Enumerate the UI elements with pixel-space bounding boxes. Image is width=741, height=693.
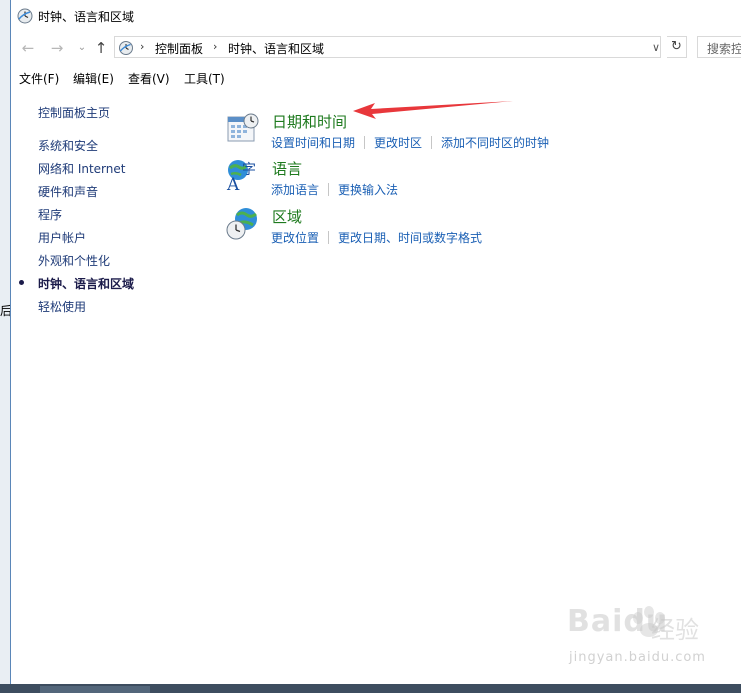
recent-locations-dropdown[interactable]: ⌄: [73, 39, 91, 57]
menu-tools[interactable]: 工具(T): [184, 70, 225, 87]
menu-edit[interactable]: 编辑(E): [73, 70, 114, 87]
control-panel-icon: [119, 41, 133, 55]
svg-text:字: 字: [242, 162, 256, 178]
control-panel-window: 时钟、语言和区域 ← → ⌄ ↑ › 控制面板 › 时钟、语言和区域 ∨ ↻ 搜…: [10, 0, 741, 684]
link-add-clocks[interactable]: 添加不同时区的时钟: [441, 134, 549, 151]
menu-bar: 文件(F) 编辑(E) 查看(V) 工具(T): [11, 66, 741, 88]
link-change-location[interactable]: 更改位置: [271, 229, 319, 246]
sidebar-item-clock-language-region[interactable]: 时钟、语言和区域: [38, 275, 134, 292]
category-title-region[interactable]: 区域: [272, 206, 302, 227]
breadcrumb-clock-language-region[interactable]: 时钟、语言和区域: [228, 40, 324, 57]
menu-view[interactable]: 查看(V): [128, 70, 170, 87]
back-button[interactable]: ←: [19, 39, 37, 57]
sidebar-item-control-panel-home[interactable]: 控制面板主页: [38, 104, 110, 121]
refresh-button[interactable]: ↻: [667, 36, 687, 58]
category-links-region: 更改位置 更改日期、时间或数字格式: [271, 229, 482, 246]
link-add-language[interactable]: 添加语言: [271, 181, 319, 198]
title-bar: 时钟、语言和区域: [11, 0, 741, 32]
link-change-timezone[interactable]: 更改时区: [374, 134, 422, 151]
link-divider: [328, 183, 330, 196]
language-icon: 字 A: [226, 160, 256, 194]
annotation-arrow-icon: [353, 101, 513, 119]
forward-button[interactable]: →: [48, 39, 66, 57]
globe-clock-icon: [226, 208, 257, 240]
desktop-left-text: 后: [0, 304, 10, 318]
category-links-language: 添加语言 更换输入法: [271, 181, 398, 198]
search-input[interactable]: 搜索控: [697, 36, 741, 58]
window-title: 时钟、语言和区域: [38, 10, 135, 24]
category-title-date-time[interactable]: 日期和时间: [272, 111, 347, 132]
sidebar-item-system-security[interactable]: 系统和安全: [38, 137, 98, 154]
breadcrumb-separator: ›: [140, 40, 145, 53]
sidebar-item-programs[interactable]: 程序: [38, 206, 62, 223]
link-change-input-method[interactable]: 更换输入法: [338, 181, 398, 198]
category-title-language[interactable]: 语言: [272, 158, 302, 179]
breadcrumb-control-panel[interactable]: 控制面板: [155, 40, 203, 57]
link-change-formats[interactable]: 更改日期、时间或数字格式: [338, 229, 482, 246]
category-links-date-time: 设置时间和日期 更改时区 添加不同时区的时钟: [271, 134, 549, 151]
address-bar[interactable]: › 控制面板 › 时钟、语言和区域: [114, 36, 661, 58]
watermark-url: jingyan.baidu.com: [569, 650, 706, 665]
sidebar-item-ease-of-access[interactable]: 轻松使用: [38, 298, 86, 315]
link-set-time-date[interactable]: 设置时间和日期: [271, 134, 355, 151]
sidebar-item-user-accounts[interactable]: 用户帐户: [38, 229, 86, 246]
watermark-brand-suffix: 经验: [651, 616, 699, 644]
address-dropdown-button[interactable]: ∨: [647, 39, 665, 57]
sidebar-item-network-internet[interactable]: 网络和 Internet: [38, 160, 125, 177]
link-divider: [431, 136, 433, 149]
breadcrumb-separator[interactable]: ›: [213, 40, 217, 53]
active-item-bullet: [19, 280, 24, 285]
clock-globe-icon: [17, 8, 33, 24]
navigation-bar: ← → ⌄ ↑ › 控制面板 › 时钟、语言和区域 ∨ ↻ 搜索控: [11, 34, 741, 62]
calendar-clock-icon: [227, 113, 259, 142]
svg-text:A: A: [226, 175, 240, 194]
desktop-left-strip: [0, 0, 10, 693]
link-divider: [328, 231, 330, 244]
sidebar-item-appearance[interactable]: 外观和个性化: [38, 252, 110, 269]
taskbar-item[interactable]: [40, 686, 150, 693]
link-divider: [364, 136, 366, 149]
menu-file[interactable]: 文件(F): [19, 70, 59, 87]
up-button[interactable]: ↑: [92, 39, 110, 57]
sidebar-item-hardware-sound[interactable]: 硬件和声音: [38, 183, 98, 200]
